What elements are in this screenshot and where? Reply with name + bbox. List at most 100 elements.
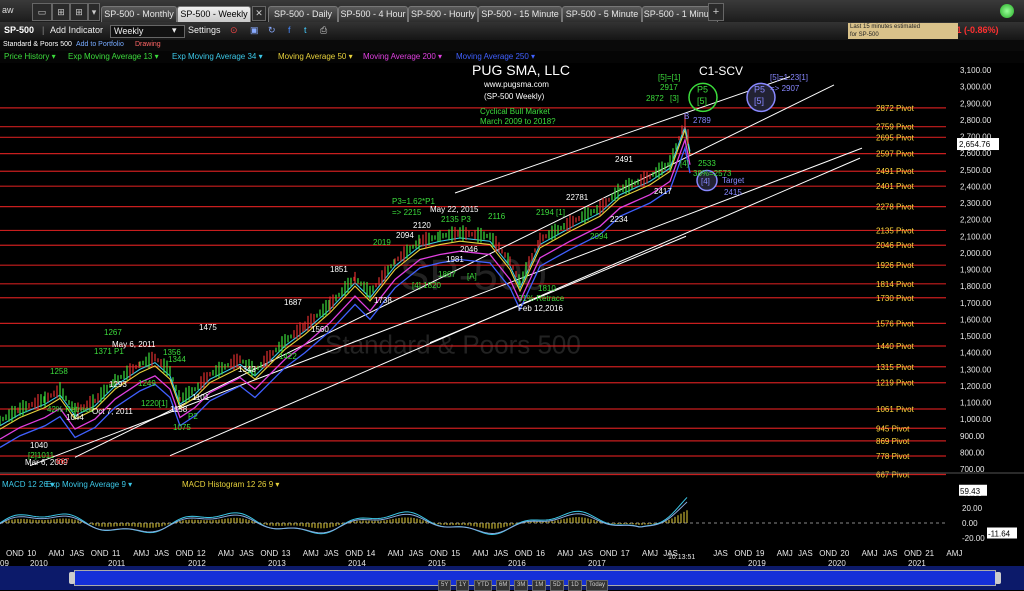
range-button[interactable]: 1M [532,580,547,591]
price-chart[interactable]: 3,100.003,000.002,900.002,800.002,700.00… [0,63,1024,566]
chart-annotation: => 2215 [392,208,422,217]
pivot-label: 778 Pivot [876,452,910,461]
close-tab-icon[interactable]: ✕ [252,6,266,21]
indicator-label[interactable]: Price History ▾ [4,52,56,61]
chart-note: Cyclical Bull Market [480,107,551,116]
tab-5[interactable]: SP-500 - Hourly [408,6,478,22]
chart-annotation: [3] [670,94,679,103]
tab-3[interactable]: SP-500 - Daily [268,6,338,22]
chart-annotation: 2094 [396,231,414,240]
price-tick-label: 2,800.00 [960,116,992,125]
indicator-label[interactable]: Exp Moving Average 13 ▾ [68,52,159,61]
twitter-icon[interactable]: t [304,25,307,35]
range-button[interactable]: 6M [496,580,511,591]
price-tick-label: 1,700.00 [960,299,992,308]
layout-quad-icon[interactable]: ⊞ [70,3,88,21]
scroll-handle-right[interactable] [995,572,1001,584]
time-tick-label: JAS [494,549,509,558]
indicator-label[interactable]: Moving Average 50 ▾ [278,52,353,61]
time-tick-label: AMJ [388,549,404,558]
range-button[interactable]: 5Y [438,580,452,591]
macd-tick-label: 0.00 [962,519,978,528]
price-tick-label: 3,100.00 [960,66,992,75]
add-to-portfolio-link[interactable]: Add to Portfolio [76,41,124,48]
print-icon[interactable]: ⎙ [320,25,327,36]
chart-annotation: 1101 [192,393,210,402]
drawing-link[interactable]: Drawing [135,41,161,48]
current-price: 2,654.76 [959,140,991,149]
facebook-icon[interactable]: f [288,25,291,35]
time-year-label: 2013 [268,559,286,566]
pivot-label: 2872 Pivot [876,104,915,113]
time-tick-label: OND [904,549,922,558]
pivot-label: 2695 Pivot [876,133,915,142]
price-tick-label: 3,000.00 [960,83,992,92]
indicator-label[interactable]: Exp Moving Average 34 ▾ [172,52,263,61]
time-tick-label: JAS [154,549,169,558]
range-button[interactable]: 3M [514,580,529,591]
pivot-label: 1730 Pivot [876,294,915,303]
range-button[interactable]: Today [586,580,609,591]
tab-8[interactable]: SP-500 - 1 Minute [642,6,718,22]
chart-annotation: 2789 [693,116,711,125]
chart-annotation: 1687 [284,298,302,307]
time-tick-label: 11 [112,549,121,558]
settings-button[interactable]: Settings [188,25,221,35]
indicator-label[interactable]: Moving Average 200 ▾ [363,52,442,61]
range-button[interactable]: YTD [474,580,492,591]
indicator-label[interactable]: Moving Average 250 ▾ [456,52,535,61]
chart-annotation: 1371 P1 [94,347,124,356]
time-tick-label: 20 [840,549,849,558]
macd-label: MACD Histogram 12 26 9 ▾ [182,480,279,489]
add-indicator-button[interactable]: Add Indicator [50,25,103,35]
time-tick-label: OND [91,549,109,558]
price-tick-label: 1,500.00 [960,332,992,341]
symbol-field[interactable]: SP-500 [4,25,34,35]
add-tab-button[interactable]: + [708,3,724,21]
time-tick-label: AMJ [642,549,658,558]
chart-annotation: 2046 [460,245,478,254]
time-tick-label: JAS [578,549,593,558]
time-tick-label: 15 [451,549,460,558]
macd-value: 59.43 [960,487,981,496]
price-tick-label: 1,800.00 [960,282,992,291]
circle-label: [4] [701,177,710,186]
price-tick-label: 1,900.00 [960,266,992,275]
layout-grid-icon[interactable]: ⊞ [52,3,70,21]
chart-annotation: 1475 [199,323,217,332]
time-year-label: 2019 [748,559,766,566]
pivot-label: 667 Pivot [876,470,910,479]
tab-7[interactable]: SP-500 - 5 Minute [562,6,642,22]
layout-single-icon[interactable]: ▭ [32,3,52,21]
time-tick-label: JAS [798,549,813,558]
indicator-bar: Price History ▾ Exp Moving Average 13 ▾ Ex… [0,51,1024,63]
range-button[interactable]: 5D [550,580,564,591]
price-tick-label: 2,200.00 [960,216,992,225]
chart-annotation: [4] [680,159,689,168]
time-tick-label: OND [260,549,278,558]
price-tick-label: 900.00 [960,432,985,441]
tab-6[interactable]: SP-500 - 15 Minute [478,6,562,22]
chevron-down-icon: ▾ [172,25,177,35]
chart-annotation: 1267 [104,328,122,337]
tab-menu-icon[interactable]: ▾ [88,3,100,21]
circle-label: [5] [754,96,764,106]
time-year-label: 2017 [588,559,606,566]
chart-title: PUG SMA, LLC [472,63,570,78]
time-year-label: 2020 [828,559,846,566]
record-icon[interactable]: ⊙ [230,25,238,36]
layers-icon[interactable]: ▣ [250,25,259,36]
time-tick-label: 14 [366,549,375,558]
time-tick-label: OND [6,549,24,558]
time-tick-label: AMJ [862,549,878,558]
range-button[interactable]: 1D [568,580,582,591]
tab-4[interactable]: SP-500 - 4 Hour [338,6,408,22]
price-tick-label: 2,500.00 [960,166,992,175]
range-button[interactable]: 1Y [456,580,470,591]
tab-1[interactable]: SP-500 - Monthly [101,6,177,22]
scroll-handle-left[interactable] [69,572,75,584]
time-tick-label: AMJ [48,549,64,558]
tab-2[interactable]: SP-500 - Weekly [177,6,251,22]
pivot-label: 1814 Pivot [876,280,915,289]
refresh-icon[interactable]: ↻ [268,25,276,36]
